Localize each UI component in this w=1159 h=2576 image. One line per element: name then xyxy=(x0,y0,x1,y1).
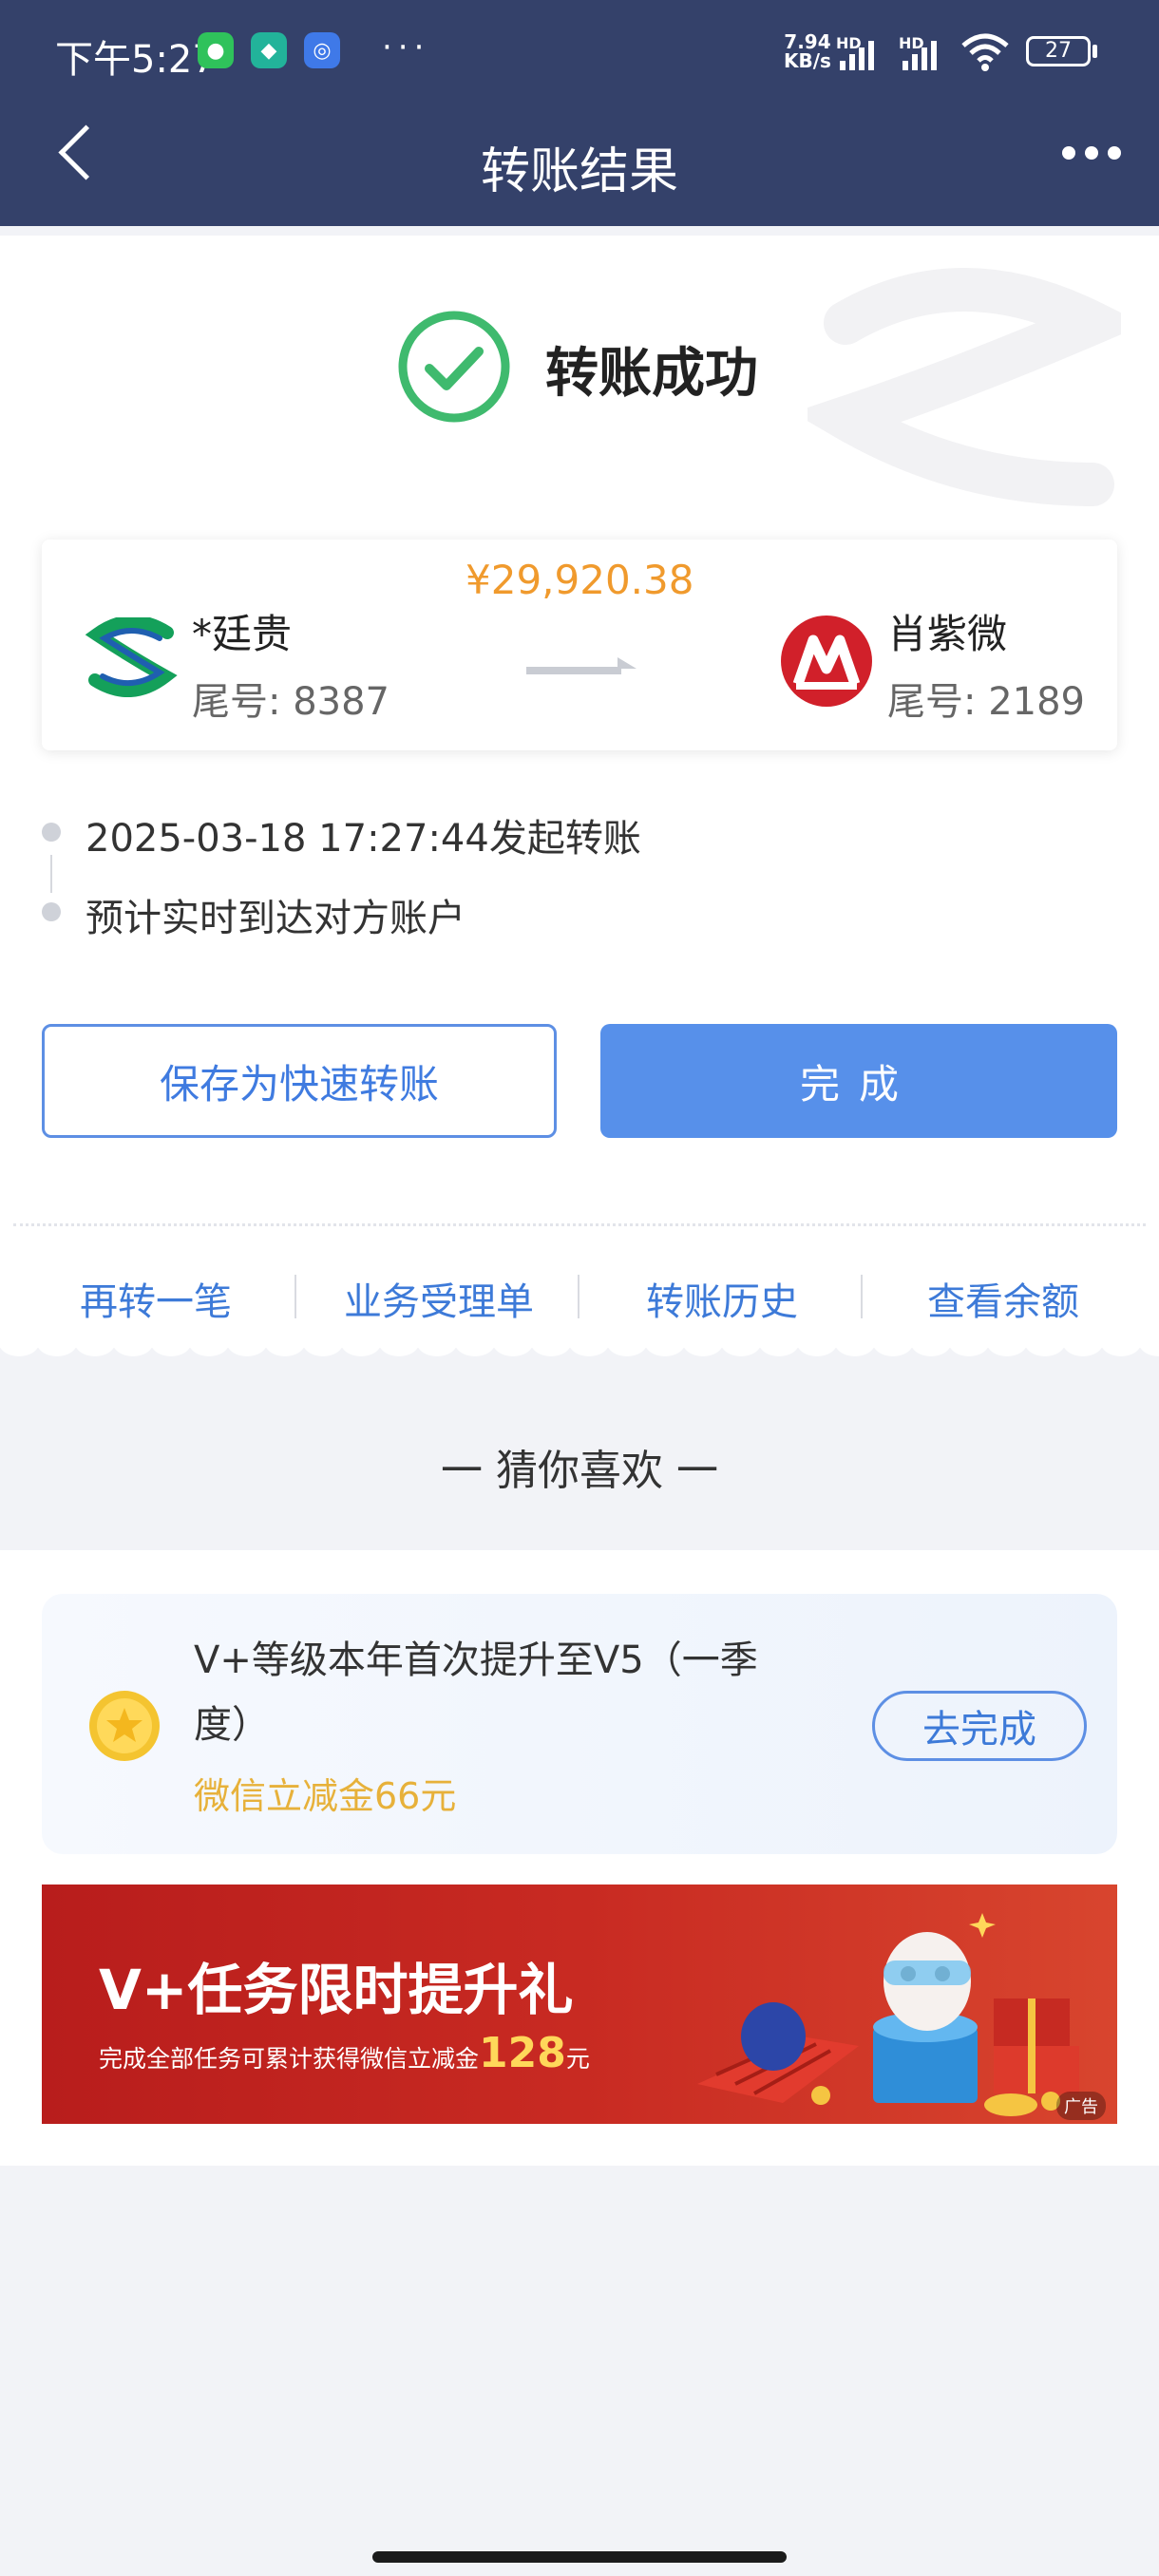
app-notify-icon: ◆ xyxy=(251,32,287,68)
wechat-icon: ● xyxy=(198,32,234,68)
timeline-dot xyxy=(42,902,61,921)
timeline-line xyxy=(50,855,52,893)
link-transfer-history[interactable]: 转账历史 xyxy=(608,1271,836,1326)
transfer-arrow-icon xyxy=(526,657,636,674)
success-check-icon xyxy=(398,311,510,423)
receiver-bank-logo-icon xyxy=(781,616,872,707)
ad-label: 广告 xyxy=(1056,2092,1106,2120)
receiver-name: 肖紫微 xyxy=(887,611,1008,657)
banner-title: V+任务限时提升礼 xyxy=(99,1958,574,2022)
timeline-arrival: 预计实时到达对方账户 xyxy=(86,897,466,940)
link-business-receipt[interactable]: 业务受理单 xyxy=(323,1271,555,1326)
sender-account-tail: 尾号: 8387 xyxy=(192,680,390,724)
link-separator xyxy=(861,1275,863,1318)
page-title: 转账结果 xyxy=(480,143,678,200)
transfer-amount: ¥29,920.38 xyxy=(466,557,694,603)
link-separator xyxy=(294,1275,296,1318)
timeline-dot xyxy=(42,823,61,842)
link-separator xyxy=(578,1275,580,1318)
wifi-icon xyxy=(961,33,1009,71)
promo-banner[interactable]: V+任务限时提升礼 完成全部任务可累计获得微信立减金128元 广告 xyxy=(42,1885,1117,2124)
link-transfer-again[interactable]: 再转一笔 xyxy=(42,1271,270,1326)
more-options-button[interactable] xyxy=(1062,146,1121,160)
more-notifications-icon: ··· xyxy=(382,28,430,66)
done-button[interactable]: 完成 xyxy=(600,1024,1117,1138)
task-title: V+等级本年首次提升至V5（一季度） xyxy=(194,1638,758,1747)
sender-bank-logo-icon xyxy=(85,617,178,697)
task-reward: 微信立减金66元 xyxy=(194,1775,457,1817)
scalloped-edge xyxy=(0,1341,1159,1370)
sender-name: *廷贵 xyxy=(192,611,293,657)
home-indicator[interactable] xyxy=(372,2551,787,2563)
signal-icon-1 xyxy=(840,38,874,70)
divider xyxy=(13,1223,1146,1226)
status-time: 下午5:27 xyxy=(55,38,217,82)
shield-app-icon: ◎ xyxy=(304,32,340,68)
transfer-status: 转账成功 xyxy=(545,343,758,405)
battery-icon: 27 xyxy=(1026,36,1091,66)
notification-icons: ● ◆ ◎ xyxy=(198,32,340,68)
coin-star-icon xyxy=(89,1691,160,1761)
network-speed: 7.94 KB/s xyxy=(784,30,831,72)
save-quick-transfer-button[interactable]: 保存为快速转账 xyxy=(42,1024,557,1138)
receiver-account-tail: 尾号: 2189 xyxy=(887,680,1085,724)
mascot-gift-illustration xyxy=(697,1913,1079,2116)
link-check-balance[interactable]: 查看余额 xyxy=(889,1271,1117,1326)
go-complete-button[interactable]: 去完成 xyxy=(872,1691,1087,1761)
recommend-heading: 一 猜你喜欢 一 xyxy=(441,1447,718,1495)
signal-icon-2 xyxy=(902,38,937,70)
bank-watermark-icon xyxy=(808,268,1121,506)
timeline-initiated: 2025-03-18 17:27:44发起转账 xyxy=(86,817,641,861)
battery-tip xyxy=(1092,45,1097,58)
banner-amount: 128 xyxy=(479,2029,566,2077)
banner-subtitle: 完成全部任务可累计获得微信立减金128元 xyxy=(99,2029,590,2077)
